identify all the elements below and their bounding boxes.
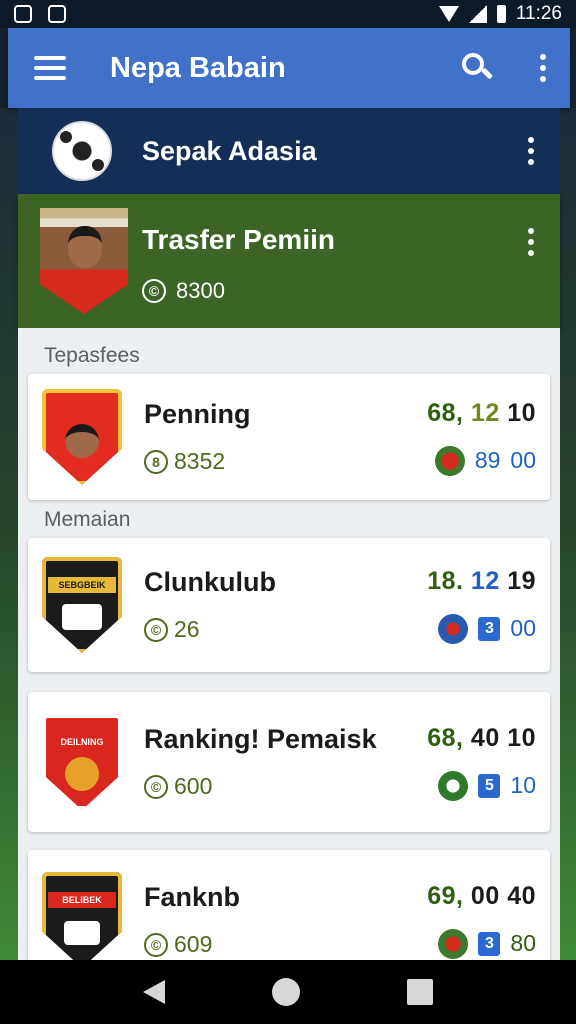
- section-label-players: Memaian: [44, 508, 131, 531]
- stat-c: 40: [507, 881, 536, 910]
- stat-b: 12: [470, 566, 500, 595]
- stat-d: 89: [474, 447, 501, 473]
- stadium-background-right: [558, 108, 576, 960]
- row-name: Penning: [144, 399, 251, 429]
- team-crest: [42, 389, 122, 485]
- search-icon[interactable]: [462, 53, 494, 83]
- row-sub-value: 600: [174, 773, 213, 799]
- wifi-icon: [438, 6, 459, 22]
- coin-icon: 8: [144, 449, 168, 474]
- team-crest: SEBGBEIK: [42, 557, 122, 653]
- stat-e: 80: [510, 930, 536, 956]
- rank-badge: 3: [478, 616, 501, 641]
- stadium-background-left: [0, 108, 18, 960]
- stat-e: 00: [510, 615, 536, 641]
- notification-icon: [14, 5, 32, 23]
- club-badge-icon: [438, 928, 469, 959]
- team-crest: BELIBEK: [42, 872, 122, 968]
- league-title: Sepak Adasia: [142, 135, 317, 166]
- stat-b: 12: [470, 398, 500, 427]
- stat-c: 10: [507, 723, 536, 752]
- list-item[interactable]: Penning 8 8352 68, 12 10 89 00: [28, 374, 550, 500]
- system-nav-bar: [0, 960, 576, 1024]
- transfer-card[interactable]: Trasfer Pemiin © 8300: [18, 194, 560, 328]
- more-vert-icon[interactable]: [538, 54, 548, 82]
- app-notification-icon: [48, 5, 66, 23]
- coin-icon: ©: [142, 279, 166, 303]
- battery-icon: [496, 5, 506, 23]
- stat-b: 40: [470, 723, 500, 752]
- home-icon[interactable]: [271, 978, 300, 1006]
- rank-badge: 5: [478, 773, 501, 798]
- club-badge-icon: [434, 445, 465, 476]
- stat-b: 00: [470, 881, 500, 910]
- hamburger-icon[interactable]: [34, 56, 66, 80]
- row-name: Fanknb: [144, 882, 241, 912]
- status-time: 11:26: [515, 3, 562, 24]
- stat-c: 19: [507, 566, 536, 595]
- team-crest: DEILNING: [42, 714, 122, 810]
- coin-icon: ©: [144, 617, 168, 642]
- app-bar: Nepa Babain: [8, 28, 570, 108]
- transfer-stat-value: 8300: [176, 278, 225, 303]
- row-sub-value: 609: [174, 931, 213, 957]
- row-sub-value: 8352: [174, 448, 226, 474]
- stat-e: 10: [510, 772, 536, 798]
- stat-c: 10: [507, 398, 536, 427]
- back-icon[interactable]: [143, 980, 166, 1004]
- stat-e: 00: [510, 447, 536, 473]
- transfer-more-vert-icon[interactable]: [526, 228, 536, 256]
- club-badge-icon: [438, 613, 469, 644]
- list-panel: Tepasfees Penning 8 8352 68, 12 10 89 00: [18, 328, 560, 990]
- rank-badge: 3: [478, 931, 501, 956]
- list-item[interactable]: SEBGBEIK Clunkulub © 26 18. 12 19 3 00: [28, 538, 550, 672]
- stat-a: 69,: [427, 881, 464, 910]
- coin-icon: ©: [144, 774, 168, 799]
- coin-icon: ©: [144, 932, 168, 957]
- row-name: Clunkulub: [144, 567, 276, 597]
- list-item[interactable]: DEILNING Ranking! Pemaisk © 600 68, 40 1…: [28, 692, 550, 832]
- recent-apps-icon[interactable]: [406, 979, 433, 1005]
- stat-a: 68,: [427, 723, 464, 752]
- club-badge-icon: [438, 770, 469, 801]
- row-sub-value: 26: [174, 616, 200, 642]
- status-bar: 11:26: [0, 0, 576, 28]
- league-header[interactable]: Sepak Adasia: [18, 108, 560, 194]
- soccer-ball-icon: [52, 121, 112, 181]
- league-more-vert-icon[interactable]: [526, 137, 536, 165]
- transfer-title: Trasfer Pemiin: [142, 224, 335, 255]
- player-photo: [40, 208, 128, 314]
- signal-icon: [468, 5, 487, 23]
- section-label-transfers: Tepasfees: [44, 344, 140, 367]
- stat-a: 68,: [427, 398, 464, 427]
- stat-a: 18.: [427, 566, 464, 595]
- row-name: Ranking! Pemaisk: [144, 724, 377, 754]
- app-title: Nepa Babain: [110, 51, 286, 84]
